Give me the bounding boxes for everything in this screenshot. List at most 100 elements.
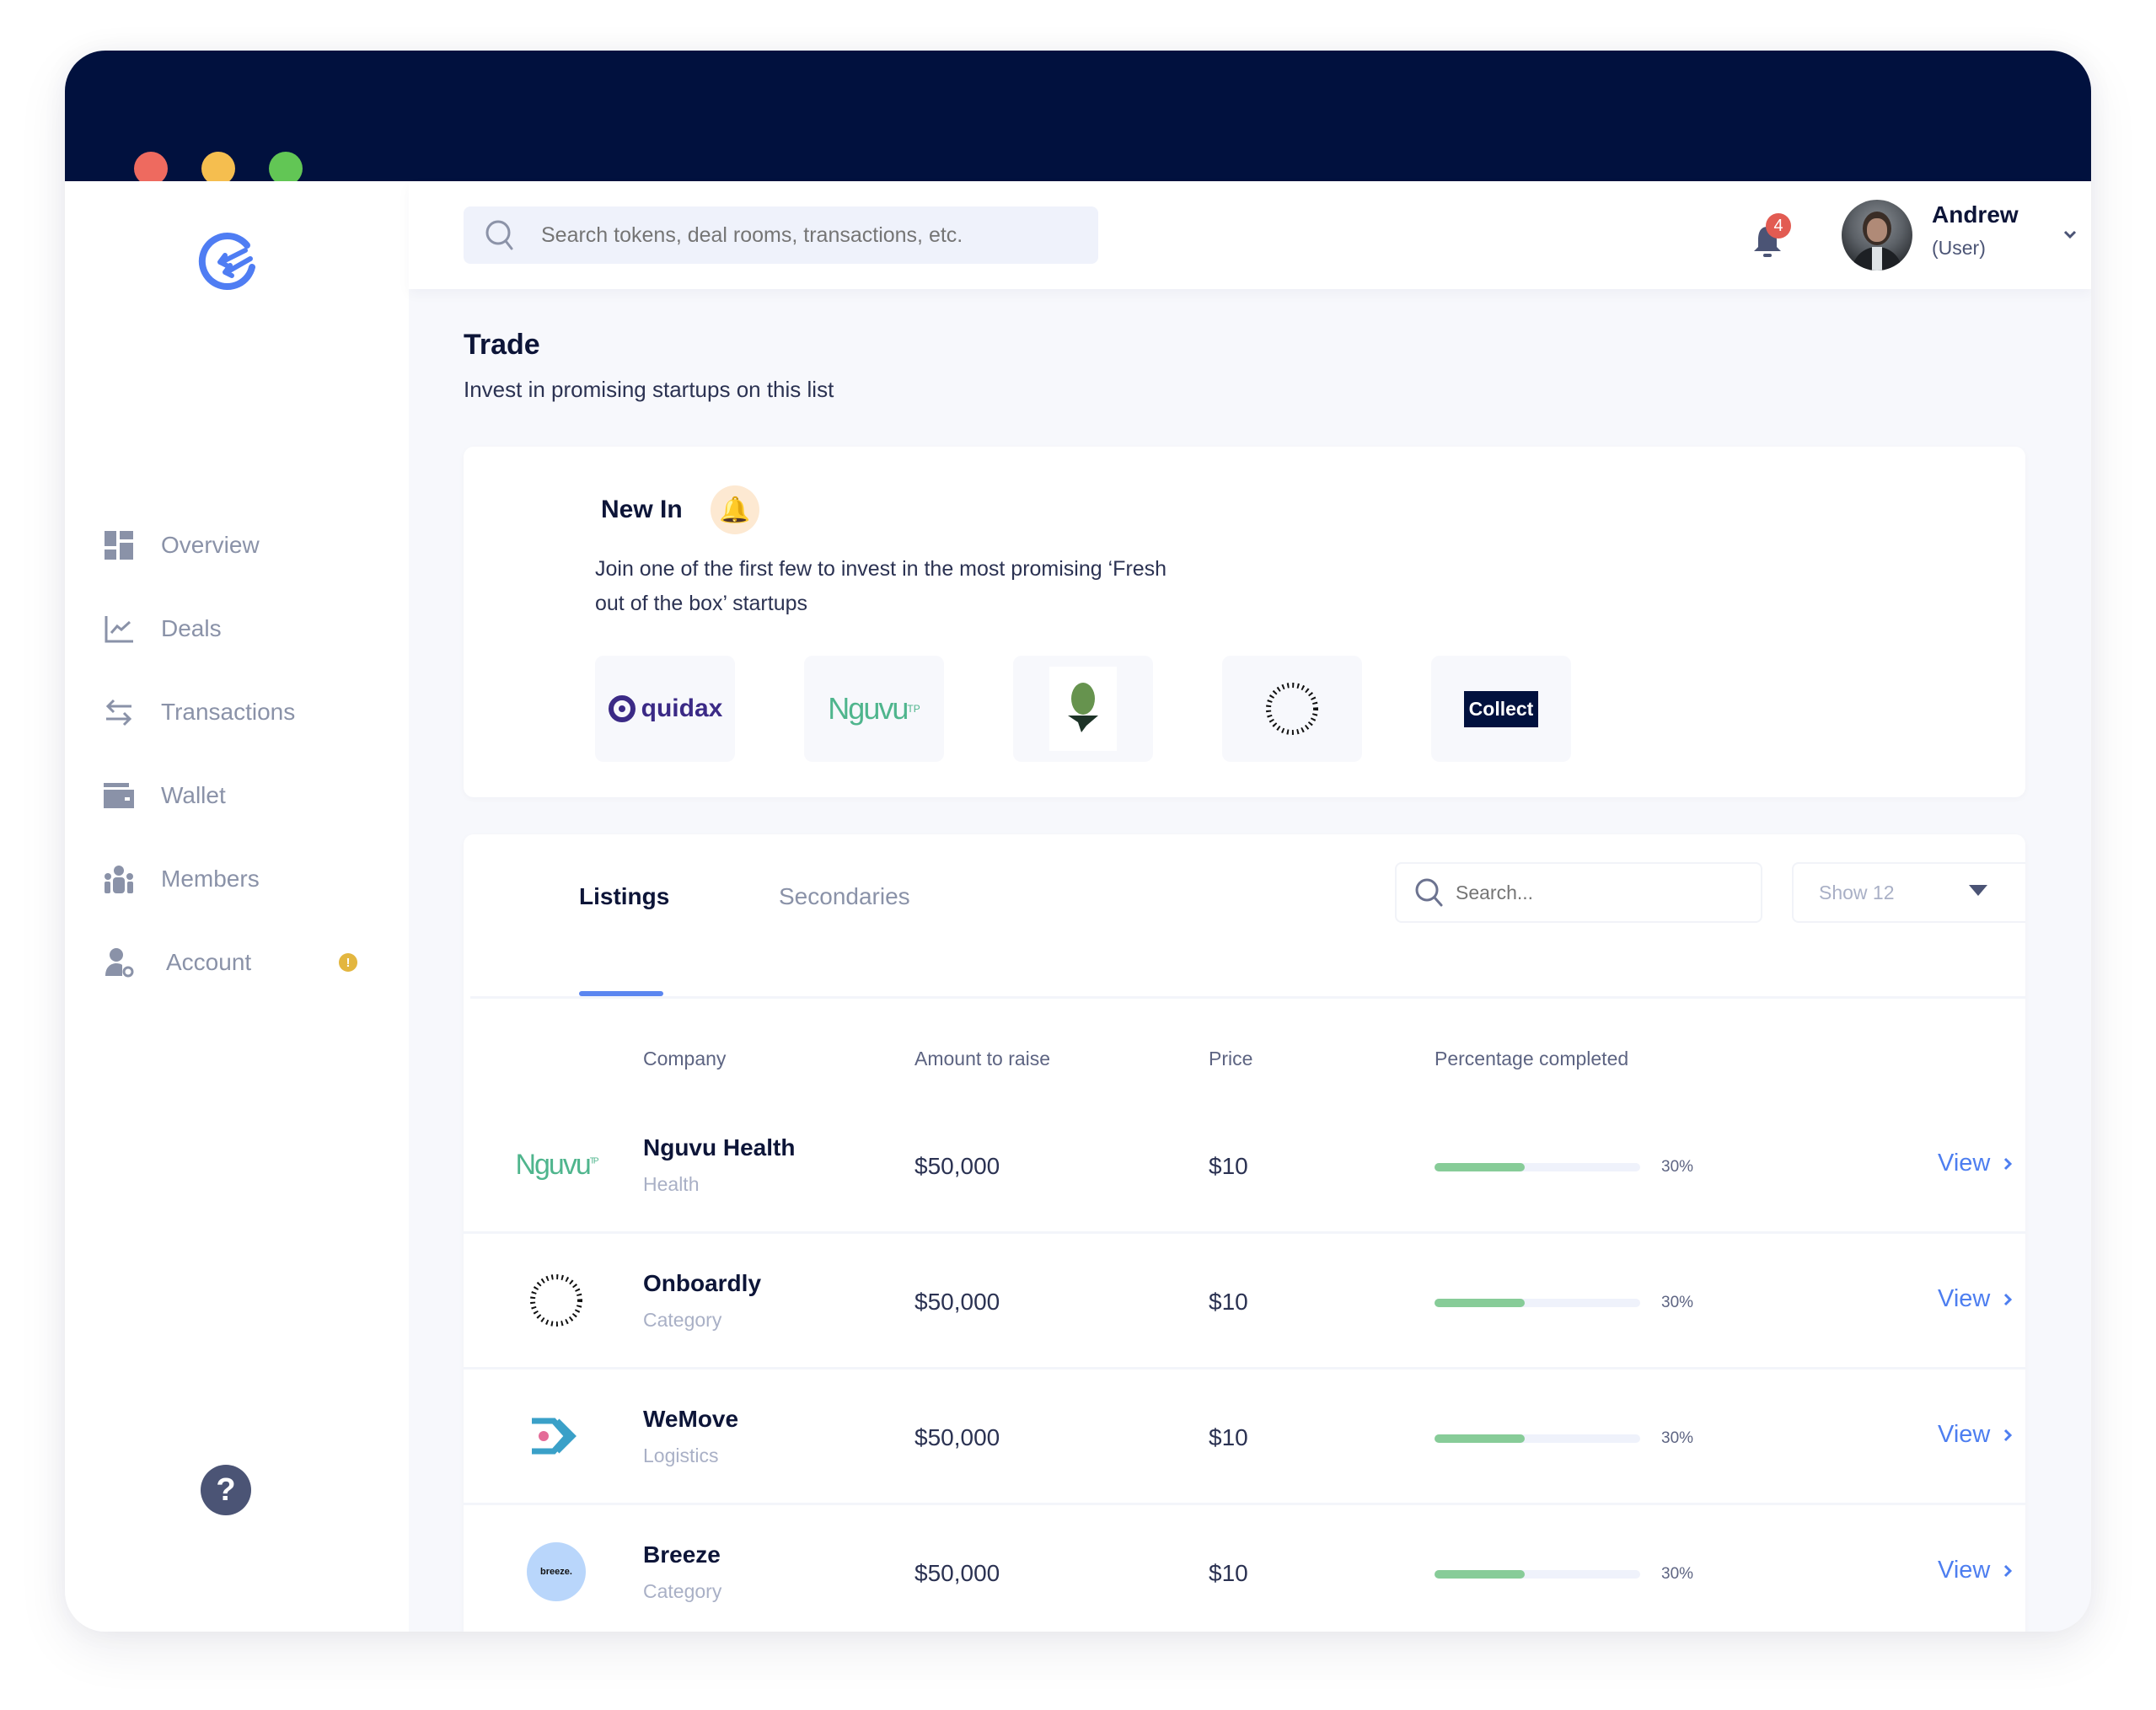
view-button[interactable]: View [1938,1557,2013,1584]
new-in-logo-onboardly[interactable] [1222,656,1362,762]
row-divider [464,1231,2025,1234]
help-button[interactable]: ? [201,1465,251,1515]
listings-search-input[interactable] [1454,880,1744,905]
breeze-logo-icon: breeze. [527,1542,586,1601]
onboardly-logo-icon [1266,683,1318,735]
column-header-percentage: Percentage completed [1435,1048,1629,1069]
company-name[interactable]: WeMove [643,1406,738,1433]
user-name: Andrew [1932,201,2019,228]
new-in-description: Join one of the first few to invest in t… [595,557,1167,615]
new-in-title: New In [601,496,683,523]
sidebar-item-wallet[interactable]: Wallet [102,770,226,821]
percent-completed: 30% [1661,1294,1694,1311]
notification-count-badge: 4 [1766,213,1791,239]
company-logo [506,1267,607,1334]
company-category: Logistics [643,1445,719,1466]
search-icon [1413,876,1445,909]
sidebar-item-label: Transactions [161,699,296,725]
tab-secondaries[interactable]: Secondaries [779,883,910,910]
user-menu-chevron-down-icon[interactable] [2062,228,2079,242]
amount-to-raise: $50,000 [914,1560,1000,1586]
sidebar-item-deals[interactable]: Deals [102,603,222,654]
sidebar-item-label: Members [161,866,260,892]
percent-completed: 30% [1661,1565,1694,1583]
sidebar-item-transactions[interactable]: Transactions [102,687,295,737]
global-search-input[interactable] [539,222,1082,249]
chevron-right-icon [2004,1429,2013,1441]
new-in-logo-quidax[interactable]: quidax [595,656,735,762]
chevron-right-icon [2004,1157,2013,1170]
progress-bar-fill [1435,1163,1526,1171]
company-category: Category [643,1580,722,1602]
column-header-amount: Amount to raise [914,1048,1051,1069]
quidax-logo-icon [608,695,636,722]
brand-logo-icon[interactable] [196,230,260,294]
row-divider [464,1503,2025,1505]
global-search[interactable] [464,206,1098,264]
progress-bar [1435,1163,1640,1171]
close-window-button[interactable] [134,152,168,185]
show-count-select[interactable]: Show 12 [1792,862,2025,923]
account-alert-badge: ! [339,953,357,972]
onboardly-logo-icon [530,1274,582,1327]
progress-bar [1435,1434,1640,1443]
maximize-window-button[interactable] [269,152,303,185]
sidebar-item-label: Account [166,949,252,975]
dashboard-grid-icon [102,528,136,562]
new-in-logo-nguvu[interactable]: Nguvu TP [804,656,944,762]
top-bar: 4 Andrew (User) [409,181,2091,289]
sidebar-item-label: Deals [161,615,222,641]
new-in-logo-collect[interactable]: Collect [1431,656,1571,762]
sidebar-item-label: Wallet [161,782,226,808]
user-avatar[interactable] [1842,200,1912,271]
listings-search[interactable] [1395,862,1762,923]
wemove-logo-icon [532,1418,577,1455]
green-pin-logo-icon [1049,667,1117,751]
company-logo: NguvuTP [506,1131,607,1198]
sidebar-item-members[interactable]: Members [102,854,260,904]
sidebar: Overview Deals Transactions Wallet Membe… [65,181,409,1632]
company-logo: breeze. [506,1538,607,1605]
question-mark-icon: ? [216,1471,236,1508]
nguvu-logo-icon: NguvuTP [515,1148,598,1181]
company-category: Health [643,1173,700,1195]
table-row: breeze. Breeze Category $50,000 $10 30% … [464,1506,2025,1632]
progress-bar-fill [1435,1299,1526,1307]
tab-listings[interactable]: Listings [579,883,669,910]
amount-to-raise: $50,000 [914,1153,1000,1179]
members-group-icon [102,862,136,896]
amount-to-raise: $50,000 [914,1289,1000,1315]
app-window: Overview Deals Transactions Wallet Membe… [65,51,2091,1632]
view-button[interactable]: View [1938,1285,2013,1313]
listings-card: Listings Secondaries Show 12 Company Amo… [464,834,2025,1632]
tabs-divider [470,996,2025,999]
column-header-company: Company [643,1048,727,1069]
page-title: Trade [464,329,540,361]
view-button[interactable]: View [1938,1421,2013,1449]
row-divider [464,1367,2025,1370]
sidebar-item-overview[interactable]: Overview [102,520,260,571]
line-chart-icon [102,612,136,646]
table-row: NguvuTP Nguvu Health Health $50,000 $10 … [464,1099,2025,1235]
new-in-logo-green-pin[interactable] [1013,656,1153,762]
column-header-price: Price [1209,1048,1253,1069]
progress-bar-fill [1435,1570,1526,1579]
window-titlebar [65,51,2091,185]
wallet-icon [102,779,136,812]
price: $10 [1209,1153,1248,1179]
sidebar-item-account[interactable]: Account ! [102,937,380,988]
percent-completed: 30% [1661,1429,1694,1447]
price: $10 [1209,1424,1248,1450]
company-name[interactable]: Onboardly [643,1270,761,1297]
swap-arrows-icon [102,695,136,729]
new-in-card: New In 🔔 Join one of the first few to in… [464,447,2025,797]
amount-to-raise: $50,000 [914,1424,1000,1450]
minimize-window-button[interactable] [201,152,235,185]
page-subtitle: Invest in promising startups on this lis… [464,377,834,402]
notifications-button[interactable]: 4 [1749,213,1791,262]
search-icon [484,218,518,252]
view-button[interactable]: View [1938,1150,2013,1177]
price: $10 [1209,1560,1248,1586]
company-name[interactable]: Nguvu Health [643,1134,795,1161]
company-name[interactable]: Breeze [643,1541,721,1568]
